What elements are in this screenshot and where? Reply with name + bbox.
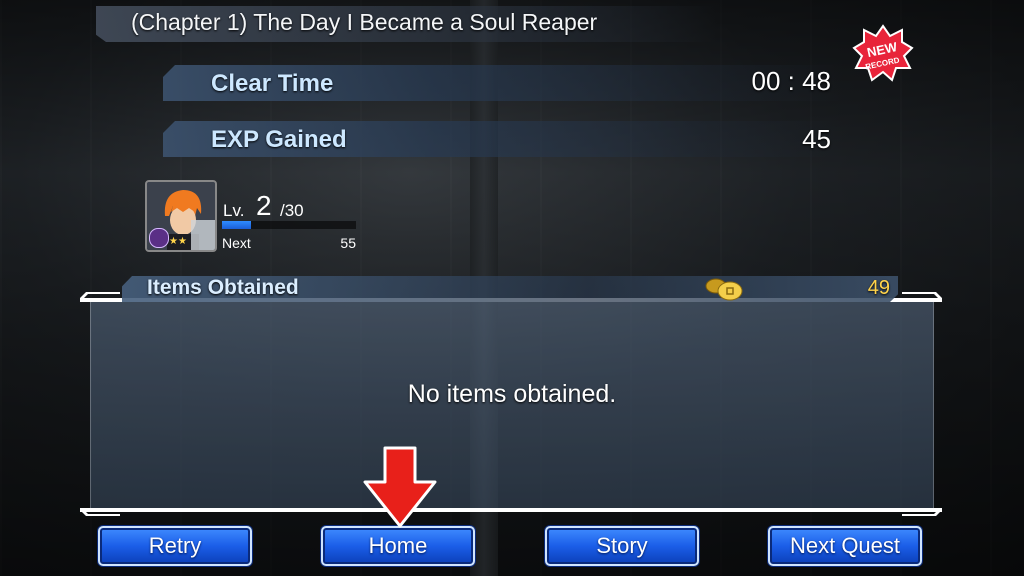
rail-cap-right <box>902 292 942 298</box>
home-button[interactable]: Home <box>321 526 475 566</box>
character-portrait[interactable]: ★★ <box>145 180 217 252</box>
clear-time-value: 00 : 48 <box>751 66 831 96</box>
level-value: 2 <box>256 190 272 221</box>
coin-count: 49 <box>867 277 890 299</box>
next-exp-value: 55 <box>340 235 356 251</box>
coin-icon <box>705 278 743 301</box>
exp-bar <box>222 221 356 229</box>
new-record-badge: NEW RECORD <box>852 24 914 82</box>
next-quest-button[interactable]: Next Quest <box>768 526 922 566</box>
attribute-icon <box>149 228 169 248</box>
rail-cap-bottom-left <box>80 510 120 516</box>
panel-bottom-rail <box>80 508 942 512</box>
exp-gained-value: 45 <box>802 124 831 154</box>
story-button[interactable]: Story <box>545 526 699 566</box>
rail-cap-bottom-right <box>902 510 942 516</box>
exp-bar-fill <box>222 221 252 229</box>
no-items-message: No items obtained. <box>407 380 617 408</box>
rail-cap-left <box>80 292 120 298</box>
level-max: /30 <box>280 201 304 220</box>
clear-time-label: Clear Time <box>211 70 334 97</box>
retry-button[interactable]: Retry <box>98 526 252 566</box>
quest-title: (Chapter 1) The Day I Became a Soul Reap… <box>131 9 598 35</box>
exp-gained-label: EXP Gained <box>211 126 347 153</box>
level-label: Lv. <box>223 201 245 220</box>
down-arrow-icon <box>363 446 437 528</box>
next-label: Next <box>222 235 251 251</box>
rarity-stars: ★★ <box>169 236 187 247</box>
items-obtained-label: Items Obtained <box>147 276 299 299</box>
